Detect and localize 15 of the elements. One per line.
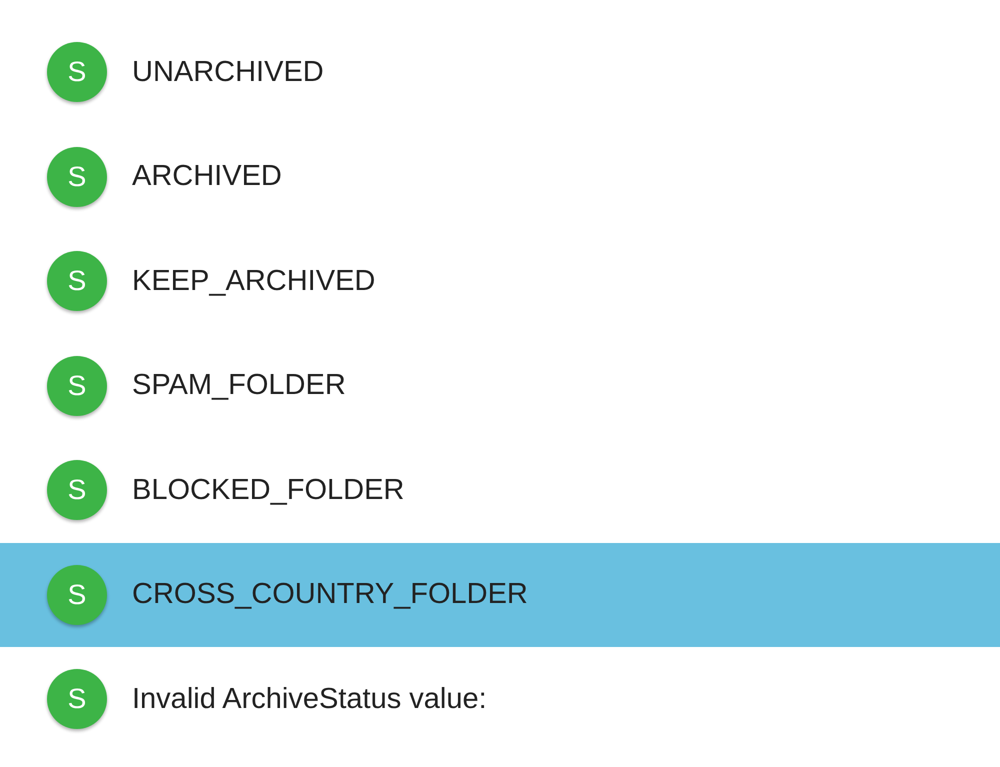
avatar: S [47,251,107,312]
item-label: KEEP_ARCHIVED [132,264,376,298]
item-label: CROSS_COUNTRY_FOLDER [132,577,528,612]
avatar: S [47,356,107,416]
item-label: ARCHIVED [132,159,282,194]
item-label: Invalid ArchiveStatus value: [132,682,487,716]
item-label: BLOCKED_FOLDER [132,472,404,508]
avatar: S [47,460,107,520]
list-item[interactable]: S CROSS_COUNTRY_FOLDER [0,542,1000,647]
avatar: S [47,564,107,625]
avatar: S [47,669,107,730]
avatar: S [47,146,107,207]
avatar: S [47,42,107,102]
item-label: SPAM_FOLDER [132,368,346,403]
item-label: UNARCHIVED [132,54,324,90]
